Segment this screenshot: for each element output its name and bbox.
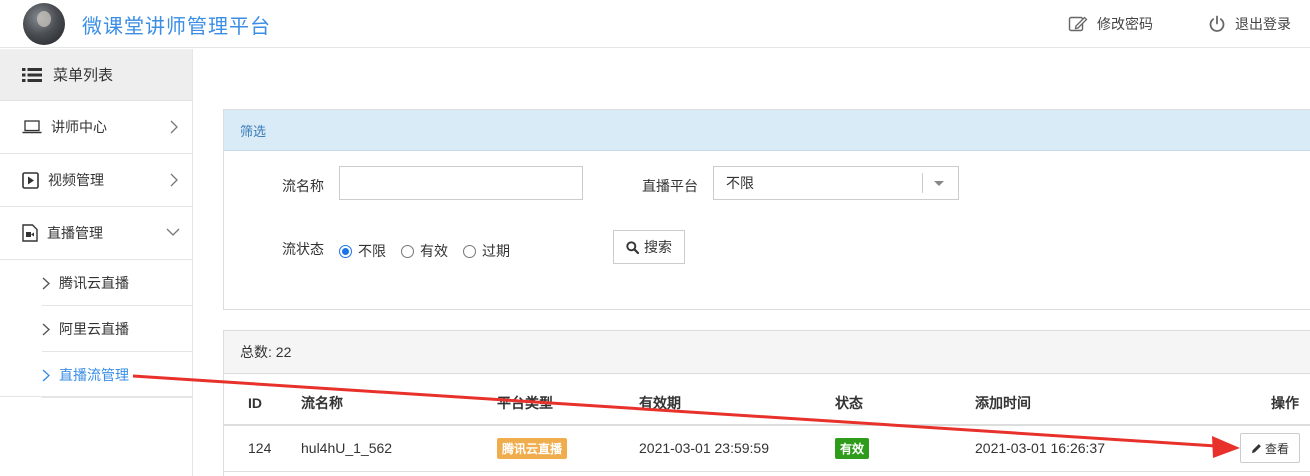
sidebar-item-lecturer-center[interactable]: 讲师中心: [0, 101, 192, 154]
platform-badge: 腾讯云直播: [497, 437, 568, 459]
platform-label: 直播平台: [642, 178, 698, 194]
camera-file-icon: [22, 224, 38, 242]
total-count-bar: 总数: 22: [224, 331, 1310, 374]
divider: [0, 396, 193, 397]
logout-label: 退出登录: [1235, 16, 1291, 32]
change-password-button[interactable]: 修改密码: [1068, 14, 1153, 34]
change-password-label: 修改密码: [1097, 16, 1153, 32]
sidebar-subitem-label: 直播流管理: [59, 367, 129, 383]
laptop-icon: [22, 120, 42, 134]
cell-actions: 查看: [1220, 425, 1310, 472]
column-header-status[interactable]: 状态: [835, 375, 975, 426]
column-header-platform[interactable]: 平台类型: [497, 375, 639, 426]
avatar[interactable]: [23, 3, 65, 45]
menu-list-title: 菜单列表: [53, 67, 114, 84]
filter-heading: 筛选: [224, 110, 1310, 151]
search-icon: [626, 240, 639, 254]
platform-selected-value: 不限: [726, 175, 754, 191]
stream-status-label: 流状态: [282, 241, 324, 257]
chevron-down-icon: [166, 228, 180, 236]
status-radio-valid[interactable]: 有效: [401, 241, 448, 261]
divider: [42, 397, 192, 398]
radio-label: 过期: [482, 243, 510, 259]
sidebar-item-video-management[interactable]: 视频管理: [0, 154, 192, 207]
play-square-icon: [22, 171, 39, 189]
status-radio-expired[interactable]: 过期: [463, 241, 510, 261]
pencil-icon: [1251, 443, 1261, 453]
edit-icon: [1068, 16, 1088, 32]
sidebar-item-live-management[interactable]: 直播管理: [0, 207, 192, 260]
filter-panel: 筛选 流名称 直播平台 不限 流状态 不限 有效 过期 搜索: [223, 109, 1310, 310]
table-row: 124 hul4hU_1_562 腾讯云直播 2021-03-01 23:59:…: [224, 425, 1310, 472]
chevron-right-icon: [42, 368, 50, 382]
sidebar: 菜单列表 讲师中心 视频管理 直播管理 腾讯云直播 阿里云直播 直播流管理: [0, 49, 193, 476]
radio-dot: [463, 244, 476, 258]
radio-dot: [339, 244, 352, 258]
radio-label: 不限: [358, 243, 386, 259]
column-header-actions: 操作: [1220, 375, 1310, 426]
cell-status: 有效: [835, 425, 975, 472]
chevron-right-icon: [170, 120, 178, 134]
sidebar-subitem-tencent-live[interactable]: 腾讯云直播: [0, 260, 192, 306]
stream-list-panel: 总数: 22 ID 流名称 平台类型 有效期 状态 添加时间 操作 124 hu…: [223, 330, 1310, 476]
cell-expiry: 2021-03-01 23:59:59: [639, 425, 835, 472]
sidebar-subitem-label: 腾讯云直播: [59, 275, 129, 291]
platform-select[interactable]: 不限: [713, 166, 959, 200]
select-separator: [922, 173, 923, 193]
top-header: 微课堂讲师管理平台 修改密码 退出登录: [0, 0, 1310, 48]
cell-stream-name: hul4hU_1_562: [301, 425, 497, 472]
sidebar-item-label: 讲师中心: [51, 119, 107, 135]
cell-id: 124: [224, 425, 301, 472]
cell-added-time: 2021-03-01 16:26:37: [975, 425, 1220, 472]
column-header-added-time[interactable]: 添加时间: [975, 375, 1220, 426]
sidebar-item-label: 视频管理: [48, 172, 104, 188]
app-title: 微课堂讲师管理平台: [82, 16, 271, 38]
total-label: 总数:: [240, 344, 272, 360]
view-button[interactable]: 查看: [1239, 433, 1300, 464]
stream-name-label: 流名称: [282, 178, 324, 194]
column-header-expiry[interactable]: 有效期: [639, 375, 835, 426]
logout-button[interactable]: 退出登录: [1208, 14, 1291, 34]
stream-name-input[interactable]: [339, 166, 583, 200]
chevron-right-icon: [170, 173, 178, 187]
view-button-label: 查看: [1264, 441, 1289, 456]
column-header-stream-name[interactable]: 流名称: [301, 375, 497, 426]
search-button-label: 搜索: [644, 239, 672, 255]
power-icon: [1209, 15, 1225, 32]
total-count: 22: [275, 344, 292, 360]
chevron-right-icon: [42, 276, 50, 290]
stream-table: ID 流名称 平台类型 有效期 状态 添加时间 操作 124 hul4hU_1_…: [224, 375, 1310, 472]
table-header-row: ID 流名称 平台类型 有效期 状态 添加时间 操作: [224, 375, 1310, 426]
sidebar-subitem-label: 阿里云直播: [59, 321, 129, 337]
menu-list-header: 菜单列表: [0, 49, 192, 101]
search-button[interactable]: 搜索: [613, 230, 685, 264]
radio-label: 有效: [420, 243, 448, 259]
radio-dot: [401, 244, 414, 258]
status-radio-any[interactable]: 不限: [339, 241, 386, 261]
sidebar-subitem-aliyun-live[interactable]: 阿里云直播: [0, 306, 192, 352]
chevron-right-icon: [42, 322, 50, 336]
status-badge: 有效: [835, 437, 870, 459]
sidebar-subitem-stream-management[interactable]: 直播流管理: [0, 352, 192, 398]
sidebar-item-label: 直播管理: [47, 225, 103, 241]
list-icon: [22, 67, 42, 82]
cell-platform: 腾讯云直播: [497, 425, 639, 472]
caret-down-icon: [934, 181, 944, 186]
column-header-id[interactable]: ID: [224, 375, 301, 426]
